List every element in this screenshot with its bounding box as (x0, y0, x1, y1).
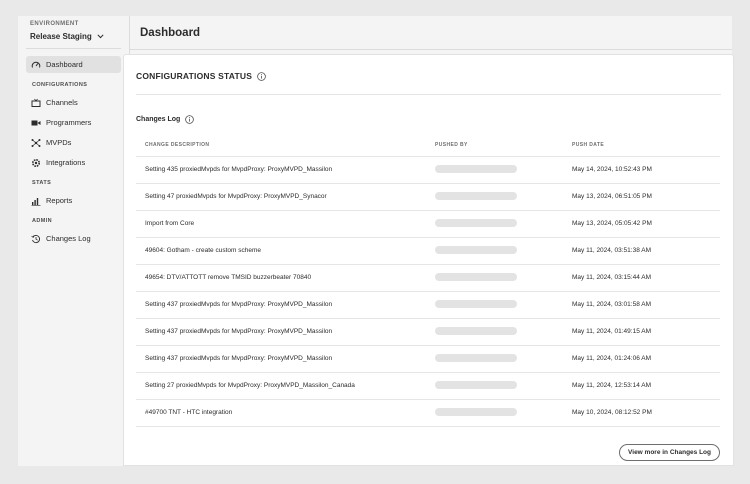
cell-push-date: May 13, 2024, 06:51:05 PM (563, 183, 720, 211)
cell-pushed-by (426, 237, 563, 265)
configurations-status-panel: CONFIGURATIONS STATUS Changes Log CHANGE… (123, 54, 734, 466)
table-row[interactable]: Setting 437 proxiedMvpds for MvpdProxy: … (136, 345, 720, 373)
sidebar-item-label: Dashboard (46, 60, 83, 69)
cell-pushed-by (426, 156, 563, 184)
section-stats: STATS (32, 180, 52, 186)
cell-push-date: May 11, 2024, 01:24:06 AM (563, 345, 720, 373)
loading-placeholder (435, 299, 517, 308)
cell-pushed-by (426, 210, 563, 238)
loading-placeholder (435, 380, 517, 389)
sidebar-item-label: Channels (46, 98, 78, 107)
cell-description: 49604: Gotham - create custom scheme (136, 237, 426, 265)
table-row[interactable]: Setting 437 proxiedMvpds for MvpdProxy: … (136, 291, 720, 319)
loading-placeholder (435, 326, 517, 335)
cell-description: Setting 27 proxiedMvpds for MvpdProxy: P… (136, 372, 426, 400)
sidebar-item-label: Integrations (46, 158, 86, 167)
panel-title-text: CONFIGURATIONS STATUS (136, 71, 253, 81)
sidebar-item-reports[interactable]: Reports (26, 192, 121, 209)
cell-push-date: May 10, 2024, 08:12:52 PM (563, 399, 720, 427)
cell-description: #49700 TNT - HTC integration (136, 399, 426, 427)
tv-icon (31, 98, 41, 108)
environment-label: ENVIRONMENT (30, 21, 79, 27)
cell-description: Setting 47 proxiedMvpds for MvpdProxy: P… (136, 183, 426, 211)
environment-picker[interactable]: Release Staging (30, 32, 110, 41)
sidebar-divider (26, 48, 121, 49)
sidebar-item-programmers[interactable]: Programmers (26, 114, 121, 131)
loading-placeholder (435, 353, 517, 362)
network-icon (31, 138, 41, 148)
history-icon (31, 234, 41, 244)
sidebar-item-dashboard[interactable]: Dashboard (26, 56, 121, 73)
loading-placeholder (435, 218, 517, 227)
cell-pushed-by (426, 345, 563, 373)
sidebar-nav: Dashboard CONFIGURATIONS Channels Progra… (18, 56, 129, 247)
table-row[interactable]: 49654: DTV/ATTOTT remove TMSID buzzerbea… (136, 264, 720, 292)
cell-pushed-by (426, 291, 563, 319)
cell-description: Import from Core (136, 210, 426, 238)
cell-pushed-by (426, 399, 563, 427)
loading-placeholder (435, 164, 517, 173)
sidebar-item-changes-log[interactable]: Changes Log (26, 230, 121, 247)
panel-title: CONFIGURATIONS STATUS (136, 71, 266, 81)
loading-placeholder (435, 245, 517, 254)
sidebar-item-mvpds[interactable]: MVPDs (26, 134, 121, 151)
sidebar-item-label: Reports (46, 196, 73, 205)
table-row[interactable]: Setting 47 proxiedMvpds for MvpdProxy: P… (136, 183, 720, 211)
section-configurations: CONFIGURATIONS (32, 82, 88, 88)
loading-placeholder (435, 407, 517, 416)
cell-push-date: May 13, 2024, 05:05:42 PM (563, 210, 720, 238)
cell-push-date: May 11, 2024, 03:15:44 AM (563, 264, 720, 292)
cell-push-date: May 11, 2024, 03:51:38 AM (563, 237, 720, 265)
loading-placeholder (435, 191, 517, 200)
cell-push-date: May 11, 2024, 03:01:58 AM (563, 291, 720, 319)
cell-description: Setting 435 proxiedMvpds for MvpdProxy: … (136, 156, 426, 184)
gear-icon (31, 158, 41, 168)
table-row[interactable]: Setting 437 proxiedMvpds for MvpdProxy: … (136, 318, 720, 346)
table-header-row: CHANGE DESCRIPTION PUSHED BY PUSH DATE (136, 134, 720, 157)
column-header-pushed-by[interactable]: PUSHED BY (426, 134, 563, 157)
cell-pushed-by (426, 372, 563, 400)
view-more-changes-log-button[interactable]: View more in Changes Log (619, 444, 720, 461)
title-divider (136, 94, 721, 95)
page-title: Dashboard (140, 26, 201, 39)
changes-log-heading: Changes Log (136, 115, 195, 124)
column-header-description[interactable]: CHANGE DESCRIPTION (136, 134, 426, 157)
table-row[interactable]: 49604: Gotham - create custom scheme May … (136, 237, 720, 265)
cell-push-date: May 14, 2024, 10:52:43 PM (563, 156, 720, 184)
table-row[interactable]: Setting 435 proxiedMvpds for MvpdProxy: … (136, 156, 720, 184)
chevron-down-icon (97, 34, 104, 39)
loading-placeholder (435, 272, 517, 281)
changes-log-title: Changes Log (136, 116, 181, 123)
sidebar-item-label: MVPDs (46, 138, 72, 147)
table-body: Setting 435 proxiedMvpds for MvpdProxy: … (136, 156, 720, 427)
cell-push-date: May 11, 2024, 12:53:14 AM (563, 372, 720, 400)
bar-chart-icon (31, 196, 41, 206)
video-camera-icon (31, 118, 41, 128)
table-row[interactable]: Import from Core May 13, 2024, 05:05:42 P… (136, 210, 720, 238)
cell-description: 49654: DTV/ATTOTT remove TMSID buzzerbea… (136, 264, 426, 292)
table-row[interactable]: Setting 27 proxiedMvpds for MvpdProxy: P… (136, 372, 720, 400)
table-row[interactable]: #49700 TNT - HTC integration May 10, 2024… (136, 399, 720, 427)
sidebar-item-integrations[interactable]: Integrations (26, 154, 121, 171)
cell-description: Setting 437 proxiedMvpds for MvpdProxy: … (136, 291, 426, 319)
sidebar-item-label: Changes Log (46, 234, 91, 243)
cell-description: Setting 437 proxiedMvpds for MvpdProxy: … (136, 318, 426, 346)
info-icon[interactable] (185, 115, 195, 124)
sidebar-item-label: Programmers (46, 118, 92, 127)
cell-pushed-by (426, 318, 563, 346)
gauge-icon (31, 60, 41, 70)
cell-push-date: May 11, 2024, 01:49:15 AM (563, 318, 720, 346)
page-header: Dashboard (130, 16, 732, 50)
info-icon[interactable] (257, 71, 266, 81)
environment-value: Release Staging (30, 32, 92, 41)
column-header-push-date[interactable]: PUSH DATE (563, 134, 720, 157)
sidebar: ENVIRONMENT Release Staging Dashboard CO… (18, 16, 130, 466)
cell-description: Setting 437 proxiedMvpds for MvpdProxy: … (136, 345, 426, 373)
changes-log-table: CHANGE DESCRIPTION PUSHED BY PUSH DATE S… (136, 134, 720, 427)
section-admin: ADMIN (32, 218, 53, 224)
cell-pushed-by (426, 183, 563, 211)
cell-pushed-by (426, 264, 563, 292)
sidebar-item-channels[interactable]: Channels (26, 94, 121, 111)
